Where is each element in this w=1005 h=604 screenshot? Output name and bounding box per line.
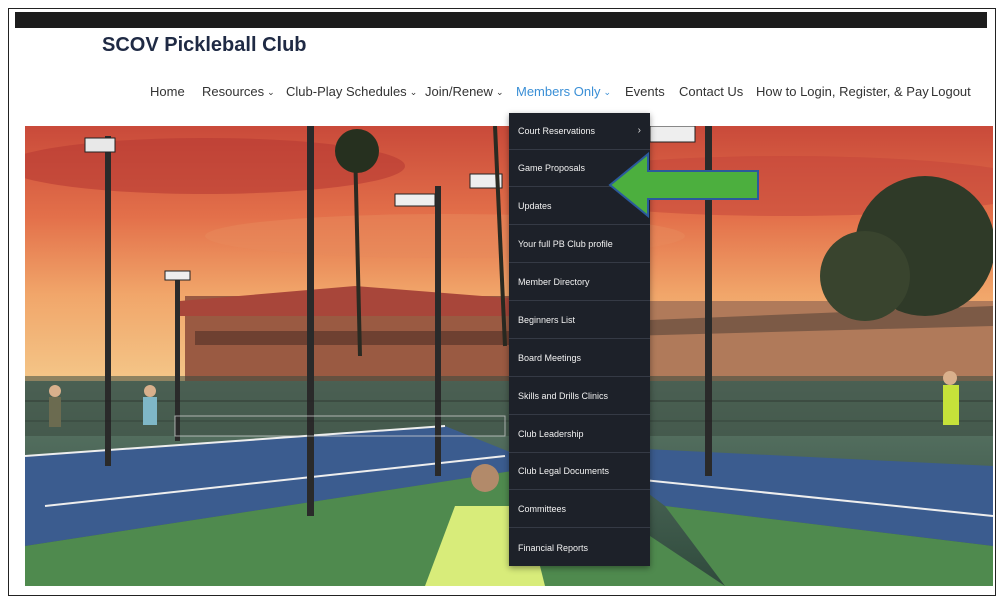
dropdown-item-financial-reports[interactable]: Financial Reports bbox=[509, 529, 650, 566]
annotation-arrow-icon bbox=[608, 152, 759, 218]
nav-item-join-renew[interactable]: Join/Renew ⌄ bbox=[425, 84, 503, 99]
chevron-down-icon: ⌄ bbox=[495, 87, 504, 97]
dropdown-item-committees[interactable]: Committees bbox=[509, 491, 650, 528]
dropdown-item-club-legal-documents[interactable]: Club Legal Documents bbox=[509, 453, 650, 490]
chevron-down-icon: ⌄ bbox=[409, 87, 418, 97]
top-toolbar bbox=[15, 12, 987, 28]
dropdown-item-beginners-list[interactable]: Beginners List bbox=[509, 302, 650, 339]
dropdown-item-court-reservations[interactable]: Court Reservations › bbox=[509, 113, 650, 150]
nav-item-events[interactable]: Events bbox=[625, 84, 665, 99]
site-title[interactable]: SCOV Pickleball Club bbox=[102, 34, 307, 57]
nav-item-logout[interactable]: Logout bbox=[931, 84, 971, 99]
dropdown-item-full-pb-club-profile[interactable]: Your full PB Club profile bbox=[509, 226, 650, 263]
chevron-down-icon: ⌄ bbox=[267, 87, 275, 97]
nav-item-members-only[interactable]: Members Only ⌄ bbox=[516, 84, 611, 99]
nav-item-contact-us[interactable]: Contact Us bbox=[679, 84, 743, 99]
dropdown-item-skills-drills-clinics[interactable]: Skills and Drills Clinics bbox=[509, 378, 650, 415]
dropdown-item-member-directory[interactable]: Member Directory bbox=[509, 264, 650, 301]
dropdown-item-club-leadership[interactable]: Club Leadership bbox=[509, 416, 650, 453]
chevron-right-icon: › bbox=[637, 125, 641, 136]
nav-item-resources[interactable]: Resources ⌄ bbox=[202, 84, 275, 99]
dropdown-item-board-meetings[interactable]: Board Meetings bbox=[509, 340, 650, 377]
nav-item-club-play-schedules[interactable]: Club-Play Schedules ⌄ bbox=[286, 84, 417, 99]
nav-item-home[interactable]: Home bbox=[150, 84, 185, 99]
nav-item-how-to-login[interactable]: How to Login, Register, & Pay bbox=[756, 84, 929, 99]
chevron-down-icon: ⌄ bbox=[603, 87, 612, 97]
